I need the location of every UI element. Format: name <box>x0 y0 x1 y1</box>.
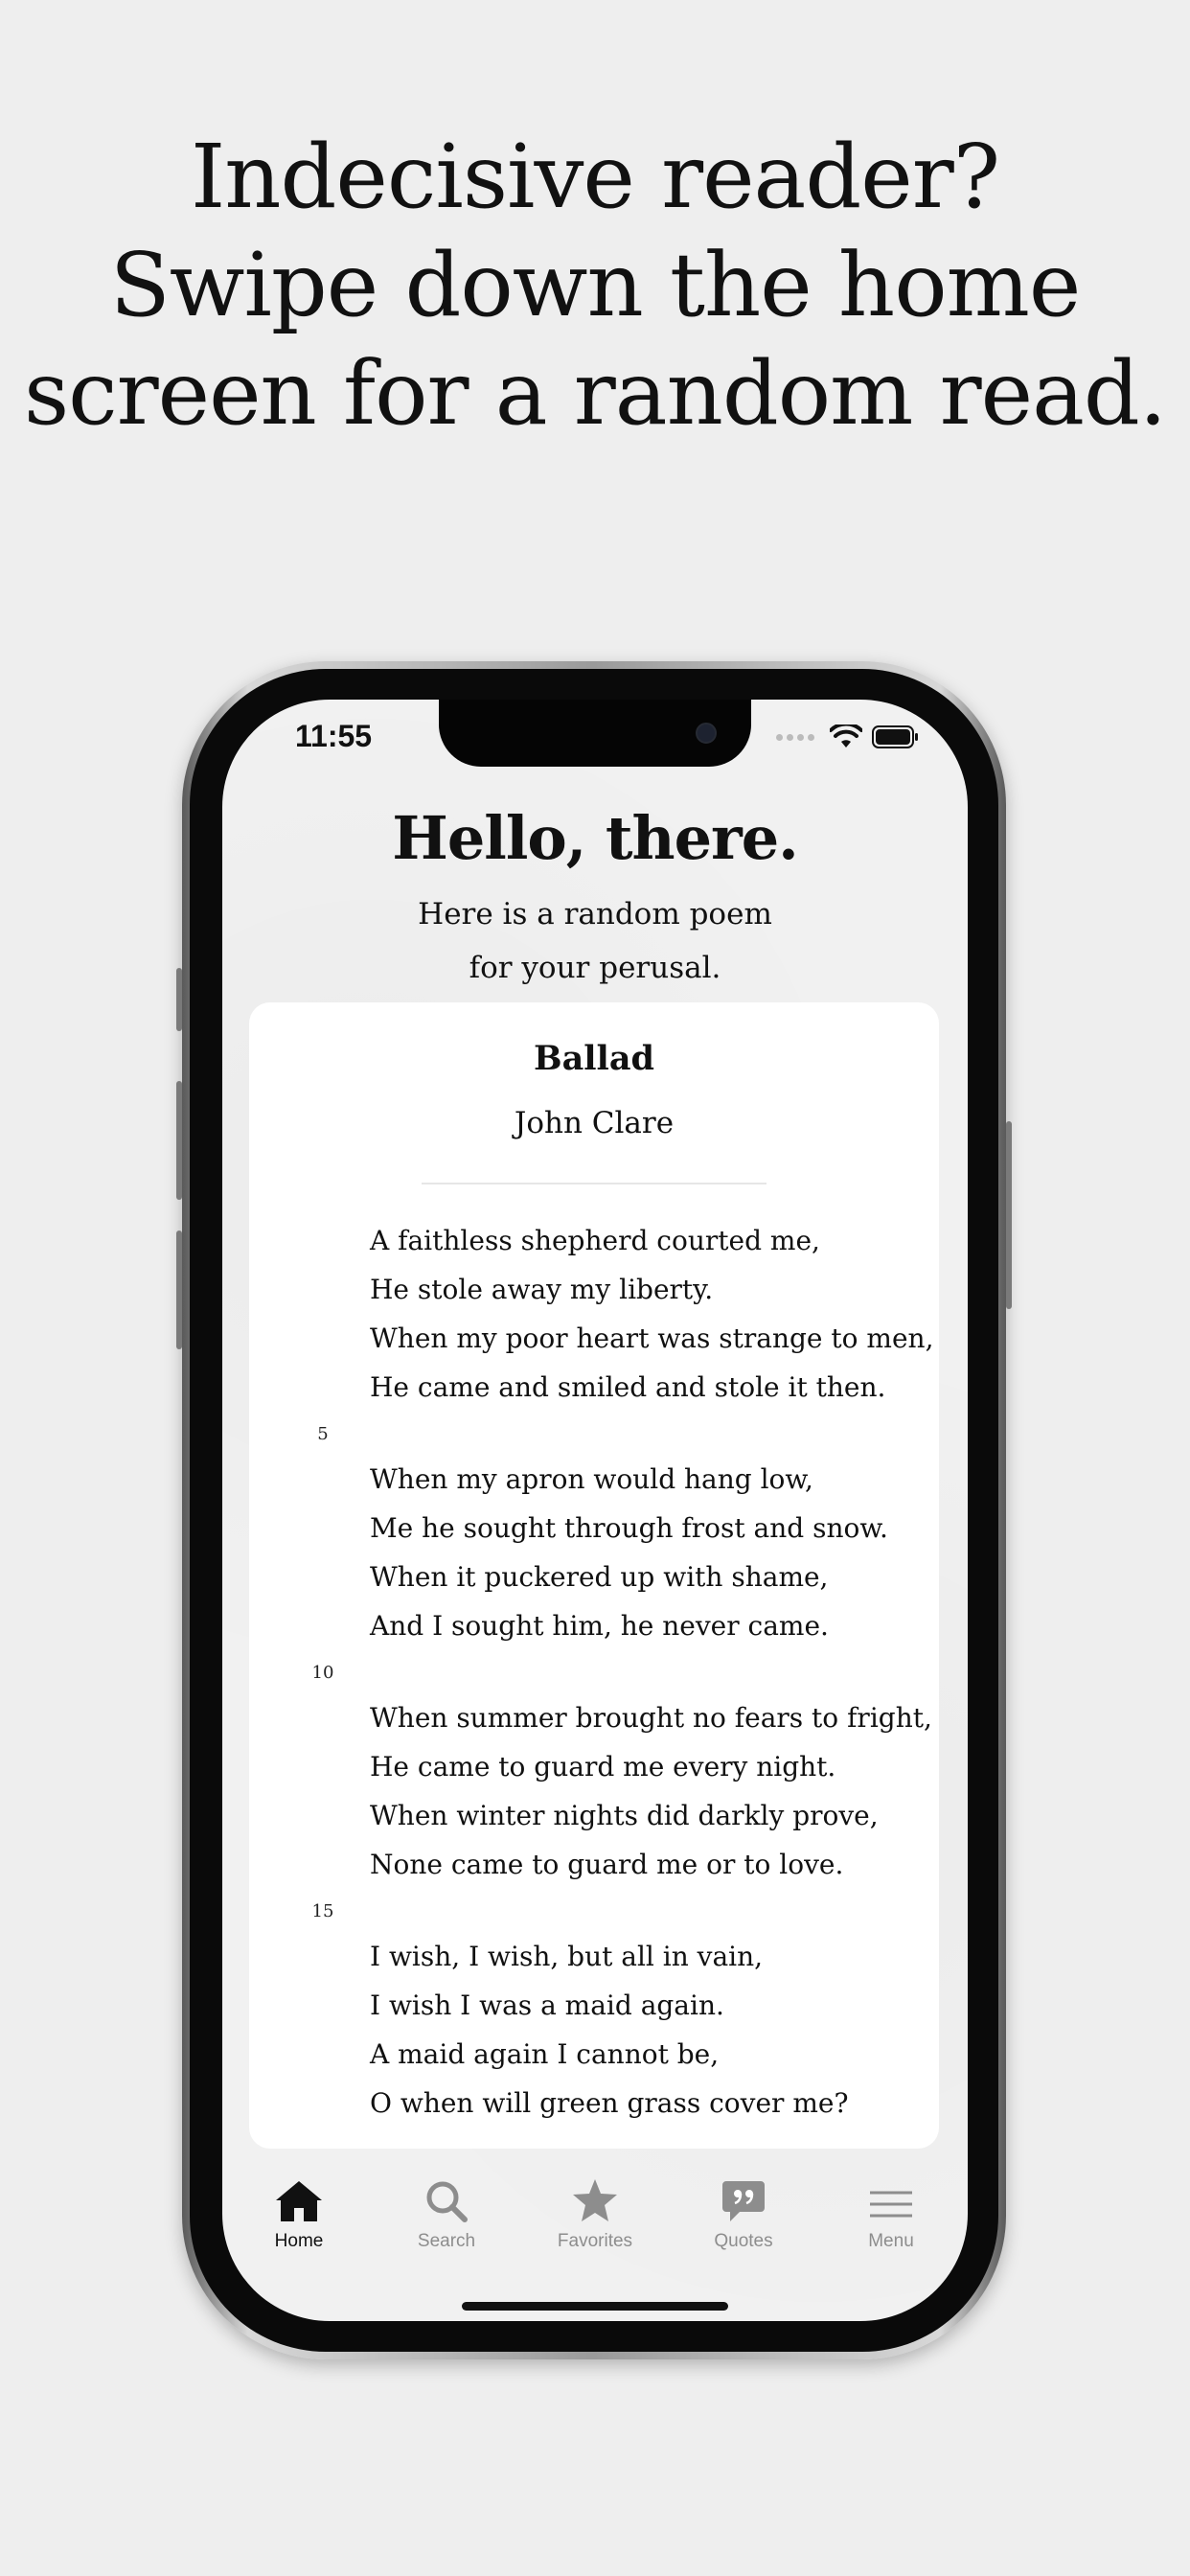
line-number: 5 <box>317 1424 329 1444</box>
volume-up-button <box>176 1081 182 1200</box>
tab-favorites[interactable]: Favorites <box>528 2172 662 2252</box>
poem-card[interactable]: Ballad John Clare A faithless shepherd c… <box>249 1002 939 2149</box>
greeting-title: Hello, there. <box>392 803 799 873</box>
poem-line: When my apron would hang low, <box>370 1463 813 1495</box>
quote-icon <box>722 2181 765 2221</box>
poem-line: I wish I was a maid again. <box>370 1990 724 2021</box>
tab-menu-label: Menu <box>868 2231 914 2251</box>
tab-favorites-label: Favorites <box>557 2231 633 2251</box>
poem-line: He came and smiled and stole it then. <box>370 1371 886 1403</box>
subtitle-line-2: for your perusal. <box>469 951 721 985</box>
poem-line: I wish, I wish, but all in vain, <box>370 1941 764 1972</box>
poem-line: None came to guard me or to love. <box>370 1849 844 1880</box>
tab-quotes[interactable]: Quotes <box>676 2172 811 2252</box>
poem-line: O when will green grass cover me? <box>370 2087 849 2119</box>
tab-home[interactable]: Home <box>232 2172 366 2252</box>
tab-bar: Home Search Favorites Quotes Menu <box>222 2172 968 2258</box>
poem-line: When summer brought no fears to fright, <box>370 1702 932 1734</box>
home-indicator[interactable] <box>462 2302 728 2311</box>
headline-line-1: Indecisive reader? <box>190 126 1000 228</box>
poem-line: He came to guard me every night. <box>370 1751 836 1782</box>
notch <box>439 700 751 767</box>
phone-screen: 11:55 Hello, there. Here is a random poe… <box>222 700 968 2321</box>
tab-quotes-label: Quotes <box>714 2231 773 2251</box>
menu-icon <box>870 2191 912 2218</box>
tab-menu[interactable]: Menu <box>824 2172 958 2252</box>
camera-icon <box>696 723 717 744</box>
star-icon <box>573 2179 617 2221</box>
divider <box>422 1183 767 1184</box>
poem-line: When winter nights did darkly prove, <box>370 1800 879 1831</box>
line-number: 15 <box>311 1901 334 1921</box>
line-number: 10 <box>311 1663 334 1683</box>
tab-home-label: Home <box>274 2231 324 2251</box>
volume-down-button <box>176 1230 182 1349</box>
subtitle-line-1: Here is a random poem <box>418 897 772 932</box>
battery-icon <box>872 725 918 748</box>
signal-dots-icon <box>776 733 814 741</box>
wifi-icon <box>830 724 862 748</box>
headline-line-3: screen for a random read. <box>23 342 1167 445</box>
home-icon <box>276 2181 322 2221</box>
poem-line: When it puckered up with shame, <box>370 1561 829 1593</box>
search-icon <box>426 2181 468 2222</box>
poem-line: A faithless shepherd courted me, <box>370 1225 820 1256</box>
poem-line: A maid again I cannot be, <box>370 2038 720 2070</box>
poem-author[interactable]: John Clare <box>249 1106 939 1140</box>
status-icons <box>776 724 920 749</box>
poem-line: And I sought him, he never came. <box>370 1610 829 1642</box>
tab-search[interactable]: Search <box>379 2172 514 2252</box>
headline-line-2: Swipe down the home <box>109 234 1082 336</box>
marketing-headline: Indecisive reader? Swipe down the home s… <box>0 123 1190 448</box>
poem-line: When my poor heart was strange to men, <box>370 1322 934 1354</box>
greeting-subtitle: Here is a random poem for your perusal. <box>222 887 968 995</box>
poem-title: Ballad <box>533 1039 654 1078</box>
silent-switch <box>176 968 182 1031</box>
status-time: 11:55 <box>295 719 373 753</box>
poem-line: Me he sought through frost and snow. <box>370 1512 888 1544</box>
poem-line: He stole away my liberty. <box>370 1274 714 1305</box>
tab-search-label: Search <box>417 2231 476 2251</box>
power-button <box>1006 1121 1012 1309</box>
